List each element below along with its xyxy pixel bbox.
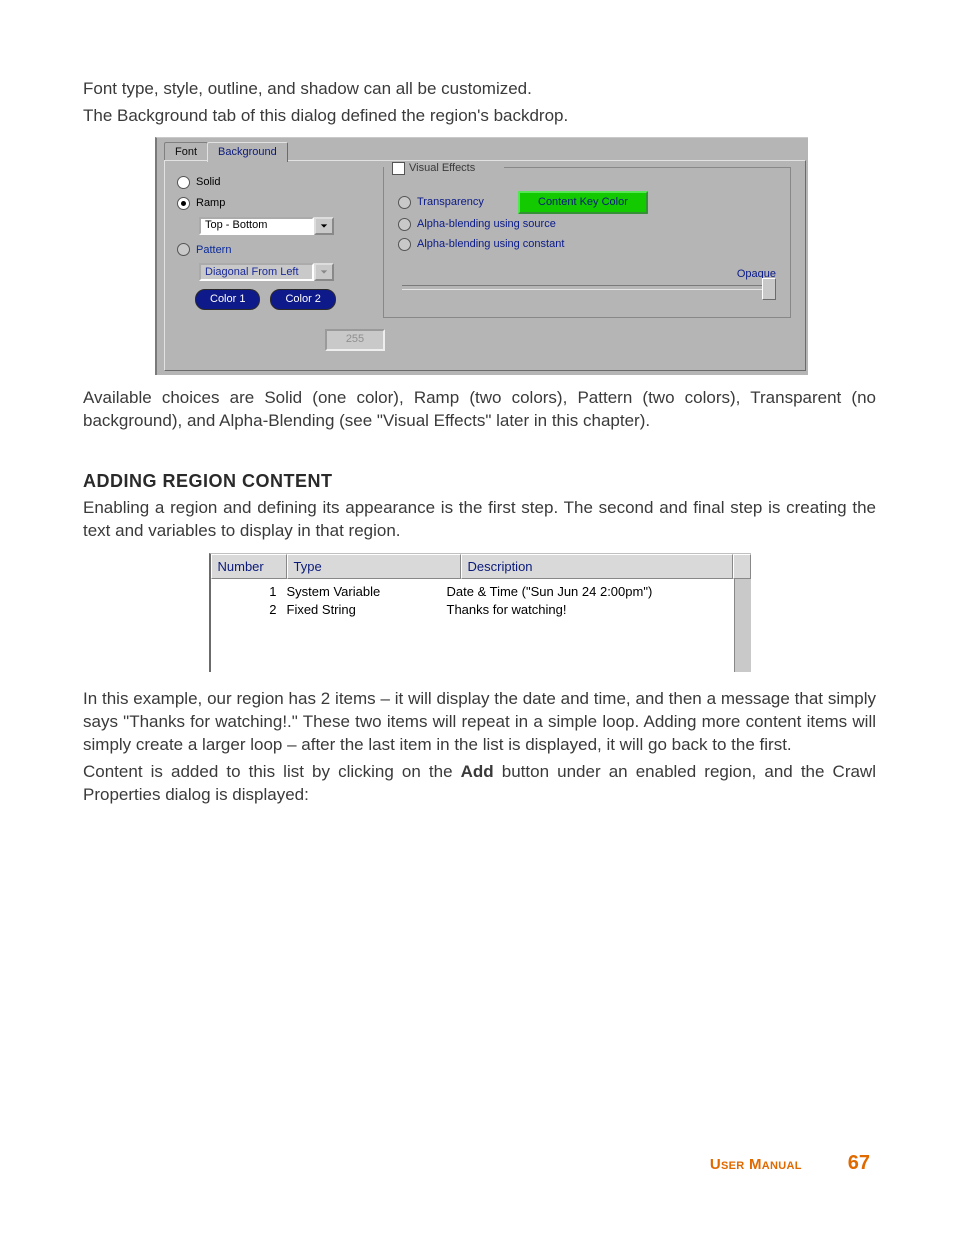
cell-number: 1 <box>217 583 287 601</box>
opacity-value: 255 <box>325 329 385 351</box>
section-intro: Enabling a region and defining its appea… <box>83 497 876 543</box>
col-type[interactable]: Type <box>287 554 461 580</box>
intro-line-2: The Background tab of this dialog define… <box>83 105 876 128</box>
color1-button[interactable]: Color 1 <box>195 289 260 310</box>
footer-page: 67 <box>848 1150 870 1177</box>
opacity-slider[interactable] <box>402 285 772 290</box>
intro-line-1: Font type, style, outline, and shadow ca… <box>83 78 876 101</box>
pattern-direction-combo: Diagonal From Left <box>199 263 334 281</box>
example-paragraph: In this example, our region has 2 items … <box>83 688 876 757</box>
vertical-scrollbar[interactable] <box>734 579 751 671</box>
radio-ramp[interactable] <box>177 197 190 210</box>
radio-transparency-label: Transparency <box>417 195 484 210</box>
col-description[interactable]: Description <box>461 554 733 580</box>
cell-number: 2 <box>217 601 287 619</box>
radio-alpha-constant-label: Alpha-blending using constant <box>417 237 564 252</box>
content-key-color-button[interactable]: Content Key Color <box>518 191 648 214</box>
chevron-down-icon <box>314 263 334 281</box>
col-number[interactable]: Number <box>211 554 287 580</box>
cell-type: System Variable <box>287 583 447 601</box>
opacity-slider-thumb[interactable] <box>762 278 776 300</box>
region-content-table: Number Type Description 1 System Variabl… <box>209 553 751 672</box>
pattern-direction-value: Diagonal From Left <box>199 263 314 281</box>
background-tab-dialog: Font Background Solid Ramp Top - Bottom <box>155 137 808 375</box>
ramp-direction-combo[interactable]: Top - Bottom <box>199 217 334 235</box>
radio-ramp-label: Ramp <box>196 196 225 211</box>
table-row[interactable]: 1 System Variable Date & Time ("Sun Jun … <box>217 583 728 601</box>
radio-pattern[interactable] <box>177 243 190 256</box>
cell-description: Thanks for watching! <box>447 601 728 619</box>
radio-alpha-source[interactable] <box>398 218 411 231</box>
after-dialog-paragraph: Available choices are Solid (one color),… <box>83 387 876 433</box>
radio-transparency[interactable] <box>398 196 411 209</box>
tab-font[interactable]: Font <box>164 142 208 162</box>
scroll-header <box>733 554 751 580</box>
add-content-paragraph: Content is added to this list by clickin… <box>83 761 876 807</box>
radio-alpha-constant[interactable] <box>398 238 411 251</box>
table-row[interactable]: 2 Fixed String Thanks for watching! <box>217 601 728 619</box>
section-heading: ADDING REGION CONTENT <box>83 469 876 493</box>
radio-solid[interactable] <box>177 176 190 189</box>
visual-effects-title: Visual Effects <box>409 161 475 176</box>
footer-label: User Manual <box>710 1155 802 1175</box>
visual-effects-checkbox[interactable] <box>392 162 405 175</box>
chevron-down-icon[interactable] <box>314 217 334 235</box>
cell-description: Date & Time ("Sun Jun 24 2:00pm") <box>447 583 728 601</box>
tab-background[interactable]: Background <box>207 142 288 162</box>
add-bold: Add <box>461 762 494 781</box>
radio-solid-label: Solid <box>196 175 220 190</box>
ramp-direction-value: Top - Bottom <box>199 217 314 235</box>
radio-pattern-label: Pattern <box>196 243 231 258</box>
add-content-text-a: Content is added to this list by clickin… <box>83 762 461 781</box>
radio-alpha-source-label: Alpha-blending using source <box>417 217 556 232</box>
visual-effects-group: Visual Effects Transparency Content Key … <box>383 167 791 318</box>
color2-button[interactable]: Color 2 <box>270 289 335 310</box>
cell-type: Fixed String <box>287 601 447 619</box>
